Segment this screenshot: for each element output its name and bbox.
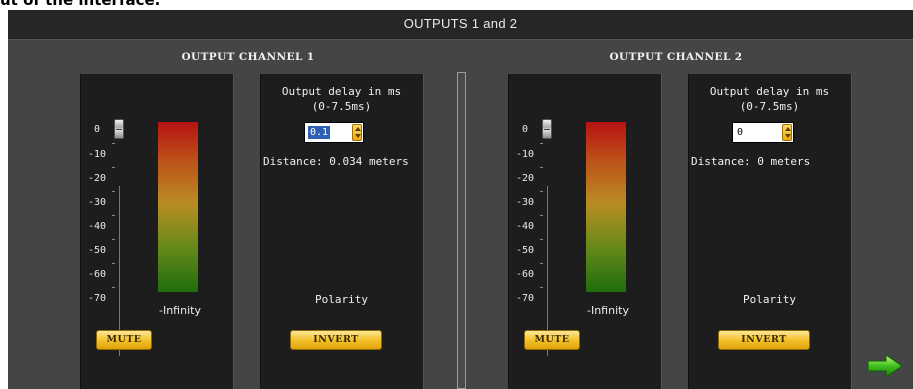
channel-2-delay-input[interactable]: 0	[732, 122, 794, 143]
channel-1-level-readout: -Infinity	[159, 304, 201, 317]
scale-label: -20	[516, 173, 535, 184]
scale-tick	[540, 287, 543, 288]
scale-tick	[540, 215, 543, 216]
scale-tick	[112, 191, 115, 192]
spin-arrows-icon[interactable]	[782, 124, 792, 141]
channel-1-title: OUTPUT CHANNEL 1	[181, 51, 315, 63]
polarity-label: Polarity	[743, 293, 796, 306]
scale-tick	[540, 191, 543, 192]
scale-tick	[540, 167, 543, 168]
window-title: OUTPUTS 1 and 2	[403, 16, 518, 31]
channel-2-level-panel: 0 -10 -20 -30 -40 -50 -60 -70 -Infinity …	[508, 74, 662, 389]
scale-label: -60	[516, 269, 535, 280]
channel-1-level-meter	[158, 122, 198, 292]
scale-label: 0	[94, 124, 101, 135]
scale-label: -10	[88, 149, 107, 160]
delay-value: 0.1	[308, 126, 331, 139]
scale-label: -30	[516, 197, 535, 208]
polarity-label: Polarity	[315, 293, 368, 306]
title-bar: OUTPUTS 1 and 2	[8, 10, 913, 40]
scale-label: -70	[516, 293, 535, 304]
spin-arrows-icon[interactable]	[352, 124, 362, 141]
scale-label: -70	[88, 293, 107, 304]
channel-2-invert-button[interactable]: INVERT	[718, 330, 810, 350]
scale-label: 0	[522, 124, 529, 135]
delay-value: 0	[737, 127, 744, 138]
scale-label: -20	[88, 173, 107, 184]
scale-label: -50	[516, 245, 535, 256]
page-caption: ut of the interface.	[0, 0, 161, 9]
channel-2-fader-knob[interactable]	[542, 119, 552, 139]
delay-label: Output delay in ms	[709, 85, 830, 98]
scale-tick	[112, 239, 115, 240]
channel-1-fader-knob[interactable]	[114, 119, 124, 139]
scale-tick	[112, 143, 115, 144]
scale-tick	[540, 239, 543, 240]
scale-tick	[112, 215, 115, 216]
scale-tick	[112, 263, 115, 264]
scale-label: -40	[516, 221, 535, 232]
channel-2-mute-button[interactable]: MUTE	[524, 330, 580, 350]
channel-1-delay-input[interactable]: 0.1	[304, 122, 364, 143]
arrow-right-icon[interactable]	[867, 354, 903, 378]
scale-label: -60	[88, 269, 107, 280]
scale-label: -50	[88, 245, 107, 256]
channel-1-delay-panel: Output delay in ms (0-7.5ms) 0.1 Distanc…	[260, 74, 424, 389]
scale-label: -10	[516, 149, 535, 160]
channel-1-level-panel: 0 -10 -20 -30 -40 -50 -60 -70 -Infinity …	[80, 74, 234, 389]
channel-2-level-meter	[586, 122, 626, 292]
outputs-window: OUTPUTS 1 and 2 OUTPUT CHANNEL 1 0 -10 -…	[8, 10, 913, 389]
channel-divider	[457, 72, 466, 389]
channel-2-delay-panel: Output delay in ms (0-7.5ms) 0 Distance:…	[688, 74, 852, 389]
channel-2-distance: Distance: 0 meters	[691, 155, 811, 168]
delay-range-label: (0-7.5ms)	[311, 100, 372, 113]
scale-label: -40	[88, 221, 107, 232]
delay-label: Output delay in ms	[281, 85, 402, 98]
scale-tick	[540, 143, 543, 144]
scale-tick	[540, 263, 543, 264]
scale-tick	[112, 287, 115, 288]
channel-1-distance: Distance: 0.034 meters	[263, 155, 409, 168]
channel-2-level-readout: -Infinity	[587, 304, 629, 317]
channel-1-mute-button[interactable]: MUTE	[96, 330, 152, 350]
delay-range-label: (0-7.5ms)	[739, 100, 800, 113]
channel-2-title: OUTPUT CHANNEL 2	[609, 51, 743, 63]
scale-tick	[112, 167, 115, 168]
scale-label: -30	[88, 197, 107, 208]
channel-1-invert-button[interactable]: INVERT	[290, 330, 382, 350]
